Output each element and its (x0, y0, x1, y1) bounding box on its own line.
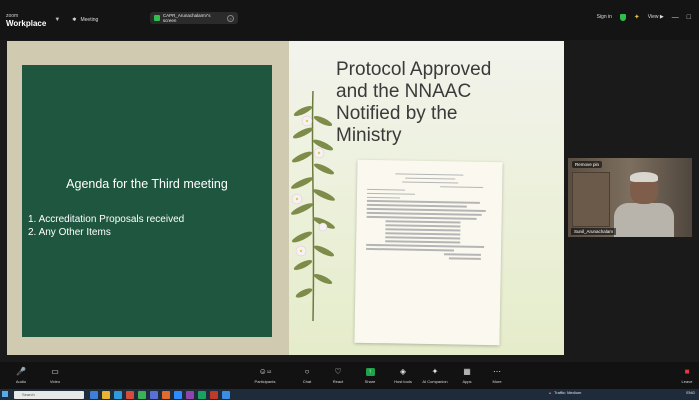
more-icon: ⋯ (493, 367, 501, 376)
ai-companion-label: AI Companion (422, 379, 448, 384)
apps-icon: ▦ (463, 367, 471, 376)
app-icon[interactable] (150, 390, 158, 399)
brand-title: Workplace (6, 19, 47, 28)
view-label: View (647, 14, 659, 20)
shared-slide: Agenda for the Third meeting 1. Accredit… (7, 41, 564, 355)
zoom-brand: zoom Workplace (6, 12, 46, 28)
shield-check-icon: ◈ (399, 367, 407, 376)
host-tools-label: Host tools (394, 379, 412, 384)
video-button[interactable]: ▭ Video (40, 366, 70, 384)
video-label: Video (49, 379, 61, 384)
taskbar-traffic-widget[interactable]: ▲ Traffic: Medium (548, 390, 581, 395)
ai-sparkle-icon: ✦ (431, 367, 439, 376)
participant-video-thumbnail[interactable]: Remove pin Sunil_Arunachalam (568, 158, 692, 237)
agenda-list: 1. Accreditation Proposals received 2. A… (28, 213, 184, 239)
agenda-panel: Agenda for the Third meeting 1. Accredit… (22, 65, 272, 337)
view-button[interactable]: View ▶ (648, 14, 664, 20)
audio-button[interactable]: 🎤 Audio (6, 366, 36, 384)
video-camera-icon: ▭ (51, 367, 59, 376)
app-icon[interactable] (210, 390, 218, 399)
language-indicator: ENG (686, 390, 695, 395)
react-label: React (332, 379, 344, 384)
chat-icon: ○ (304, 367, 310, 376)
more-button[interactable]: ⋯ More (482, 366, 512, 384)
leave-icon: ■ (684, 367, 690, 376)
signin-link[interactable]: Sign in (597, 14, 612, 20)
app-icon[interactable] (90, 390, 98, 399)
folder-icon[interactable] (102, 390, 110, 399)
taskbar-tray[interactable]: ENG (686, 390, 695, 395)
taskbar-app-icons (90, 390, 230, 399)
apps-label: Apps (462, 379, 472, 384)
ai-companion-button[interactable]: ✦ AI Companion (420, 366, 450, 384)
top-right-controls: Sign in ✦ View ▶ — □ (597, 13, 691, 21)
agenda-item: 1. Accreditation Proposals received (28, 214, 185, 225)
zoom-app-icon[interactable] (174, 390, 182, 399)
chat-label: Chat (302, 379, 312, 384)
screen-share-indicator[interactable]: CAPR_ArunachalamV's screen × (150, 12, 238, 24)
top-bar: zoom Workplace ▼ ✱ Meeting CAPR_Arunacha… (0, 0, 699, 40)
participants-count: 12 (266, 369, 272, 374)
fern-illustration (291, 91, 335, 321)
chevron-down-icon[interactable]: ▼ (54, 17, 60, 23)
share-label: Share (364, 379, 376, 384)
chat-button[interactable]: ○ Chat (292, 366, 322, 384)
more-label: More (492, 379, 502, 384)
windows-start-icon[interactable] (2, 391, 8, 397)
windows-taskbar: Search ▲ Traffic: Medium ENG (0, 389, 699, 400)
host-tools-button[interactable]: ◈ Host tools (388, 366, 418, 384)
app-icon[interactable] (138, 390, 146, 399)
share-button[interactable]: ↑ Share (355, 366, 385, 384)
participants-icon: ☺ 12 (258, 367, 272, 376)
participant-name: Sunil_Arunachalam (571, 228, 617, 235)
participants-label: Participants (254, 379, 276, 384)
slide-left-half: Agenda for the Third meeting 1. Accredit… (7, 41, 289, 355)
meeting-label: Meeting (80, 17, 99, 23)
traffic-label: Traffic: Medium (553, 390, 582, 395)
audio-label: Audio (15, 379, 27, 384)
share-screen-icon: ↑ (365, 366, 375, 377)
agenda-title: Agenda for the Third meeting (66, 177, 228, 191)
maximize-icon[interactable]: □ (687, 14, 691, 21)
app-icon[interactable] (198, 390, 206, 399)
agenda-item: 2. Any Other Items (28, 227, 111, 238)
share-pill-label: CAPR_ArunachalamV's screen (162, 13, 211, 23)
apps-button[interactable]: ▦ Apps (452, 366, 482, 384)
leave-label: Leave (681, 379, 693, 384)
remove-pin-badge[interactable]: Remove pin (572, 161, 603, 168)
meeting-toolbar: 🎤 Audio ▭ Video ☺ 12 Participants ○ Chat … (0, 362, 699, 389)
taskbar-search-input[interactable]: Search (14, 390, 84, 399)
participants-button[interactable]: ☺ 12 Participants (250, 366, 280, 384)
slide-right-half: Protocol Approved and the NNAAC Notified… (289, 41, 564, 355)
settings-icon: ✱ (72, 17, 77, 23)
react-button[interactable]: ♡ React (323, 366, 353, 384)
ai-sparkle-icon[interactable]: ✦ (634, 13, 640, 21)
minimize-icon[interactable]: — (672, 14, 679, 21)
heart-icon: ♡ (334, 367, 342, 376)
zoom-window: zoom Workplace ▼ ✱ Meeting CAPR_Arunacha… (0, 0, 699, 400)
app-icon[interactable] (126, 390, 134, 399)
browser-icon[interactable] (114, 390, 122, 399)
slide-headline: Protocol Approved and the NNAAC Notified… (336, 59, 492, 146)
app-icon[interactable] (186, 390, 194, 399)
app-icon[interactable] (222, 390, 230, 399)
leave-button[interactable]: ■ Leave (672, 366, 699, 384)
close-icon[interactable]: × (227, 14, 234, 22)
app-icon[interactable] (162, 390, 170, 399)
meeting-menu[interactable]: ✱ Meeting (72, 17, 98, 23)
microphone-muted-icon: 🎤 (16, 367, 26, 376)
share-status-icon (154, 15, 160, 21)
shield-icon[interactable] (619, 13, 626, 21)
document-image (354, 159, 503, 346)
